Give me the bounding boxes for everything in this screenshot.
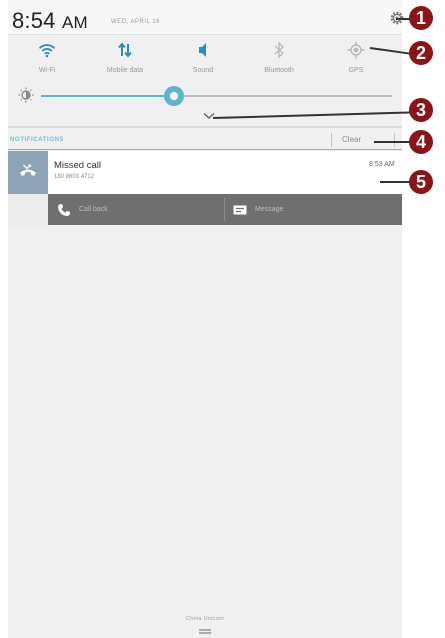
- brightness-track-filled: [41, 95, 176, 97]
- header-underline: [8, 149, 402, 150]
- bluetooth-icon: [274, 41, 284, 59]
- callout-4: 4: [409, 130, 433, 154]
- action-divider: [224, 198, 225, 221]
- brightness-icon: [18, 87, 34, 103]
- missed-call-icon: [20, 164, 36, 176]
- message-icon: [233, 205, 247, 214]
- time-ampm: AM: [61, 13, 88, 32]
- callout-leader-1: [396, 18, 410, 20]
- drag-handle-icon[interactable]: [199, 629, 211, 634]
- notification-number: 180 8603 4712: [54, 174, 95, 180]
- notifications-header: NOTIFICATIONS Clear: [8, 130, 402, 150]
- missed-call-icon-bg: [8, 151, 48, 194]
- sound-icon: [199, 43, 206, 57]
- callout-2: 2: [409, 41, 433, 65]
- call-back-label: Call back: [79, 206, 108, 213]
- toggle-bluetooth-label: Bluetooth: [264, 67, 294, 74]
- notifications-label: NOTIFICATIONS: [10, 137, 65, 143]
- header-divider-right: [394, 133, 395, 147]
- callout-leader-4: [374, 141, 410, 143]
- panel-divider: [8, 126, 402, 128]
- callout-5: 5: [409, 170, 433, 194]
- toggle-sound[interactable]: Sound: [168, 39, 238, 74]
- mobile-data-icon: [118, 42, 132, 58]
- call-back-button[interactable]: Call back: [57, 194, 108, 225]
- toggle-gps[interactable]: GPS: [321, 39, 391, 74]
- brightness-track-empty: [180, 95, 392, 97]
- callout-leader-5: [380, 181, 410, 183]
- toggle-wifi-label: Wi-Fi: [38, 67, 56, 74]
- brightness-row: [8, 83, 402, 109]
- status-time: 8:54 AM: [12, 8, 88, 34]
- time-value: 8:54: [12, 8, 56, 33]
- toggle-mobile-data-label: Mobile data: [106, 67, 144, 74]
- brightness-slider-thumb[interactable]: [164, 86, 184, 106]
- status-date: WED, APRIL 16: [111, 19, 160, 25]
- action-bar: Call back Message: [48, 194, 402, 225]
- toggle-wifi[interactable]: Wi-Fi: [12, 39, 82, 74]
- clear-button[interactable]: Clear: [342, 135, 361, 144]
- callout-1: 1: [409, 6, 433, 30]
- toggle-gps-label: GPS: [348, 67, 364, 74]
- notification-actions: Call back Message: [8, 194, 402, 225]
- message-label: Message: [255, 206, 284, 213]
- gps-icon: [347, 41, 365, 59]
- notification-missed-call[interactable]: Missed call 180 8603 4712 8:53 AM: [8, 151, 402, 194]
- carrier-name: China Unicom: [185, 616, 225, 622]
- notification-title: Missed call: [54, 160, 101, 171]
- toggle-mobile-data[interactable]: Mobile data: [90, 39, 160, 74]
- expand-panel[interactable]: [8, 109, 402, 125]
- callout-3: 3: [409, 98, 433, 122]
- toggle-sound-label: Sound: [192, 67, 214, 74]
- wifi-icon: [38, 44, 56, 58]
- phone-icon: [58, 203, 70, 216]
- notification-time: 8:53 AM: [369, 161, 395, 168]
- quick-toggles: Wi-Fi Mobile data Sound Bluetooth GPS: [8, 35, 402, 83]
- message-button[interactable]: Message: [233, 194, 283, 225]
- header-divider: [331, 133, 332, 147]
- status-bar: 8:54 AM WED, APRIL 16: [8, 0, 404, 34]
- toggle-bluetooth[interactable]: Bluetooth: [244, 39, 314, 74]
